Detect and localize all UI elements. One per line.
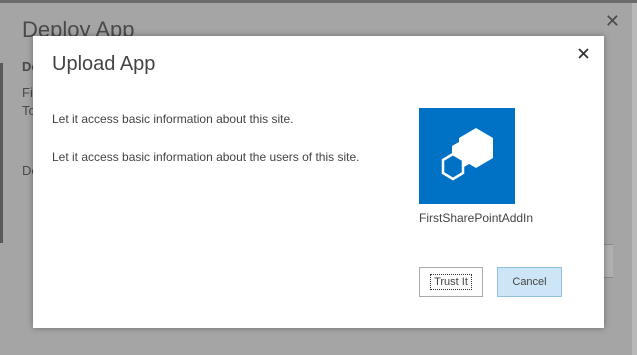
permission-user-info: Let it access basic information about th… (52, 150, 360, 164)
cancel-label: Cancel (512, 276, 547, 288)
app-name: FirstSharePointAddIn (419, 211, 534, 225)
app-tile (419, 108, 515, 204)
close-button[interactable] (573, 45, 593, 65)
cancel-button[interactable]: Cancel (497, 267, 562, 297)
background-right-strip (632, 3, 637, 355)
background-edge (0, 63, 3, 243)
close-icon (577, 46, 589, 64)
sharepoint-addin-icon (419, 108, 515, 204)
background-close-icon: ✕ (604, 11, 620, 31)
upload-app-dialog: Upload App Let it access basic informati… (33, 36, 604, 328)
background-label: Fi (22, 85, 33, 100)
permission-site-info: Let it access basic information about th… (52, 112, 294, 126)
trust-it-label: Trust It (430, 274, 472, 290)
dialog-title: Upload App (52, 53, 156, 75)
trust-it-button[interactable]: Trust It (419, 267, 483, 297)
